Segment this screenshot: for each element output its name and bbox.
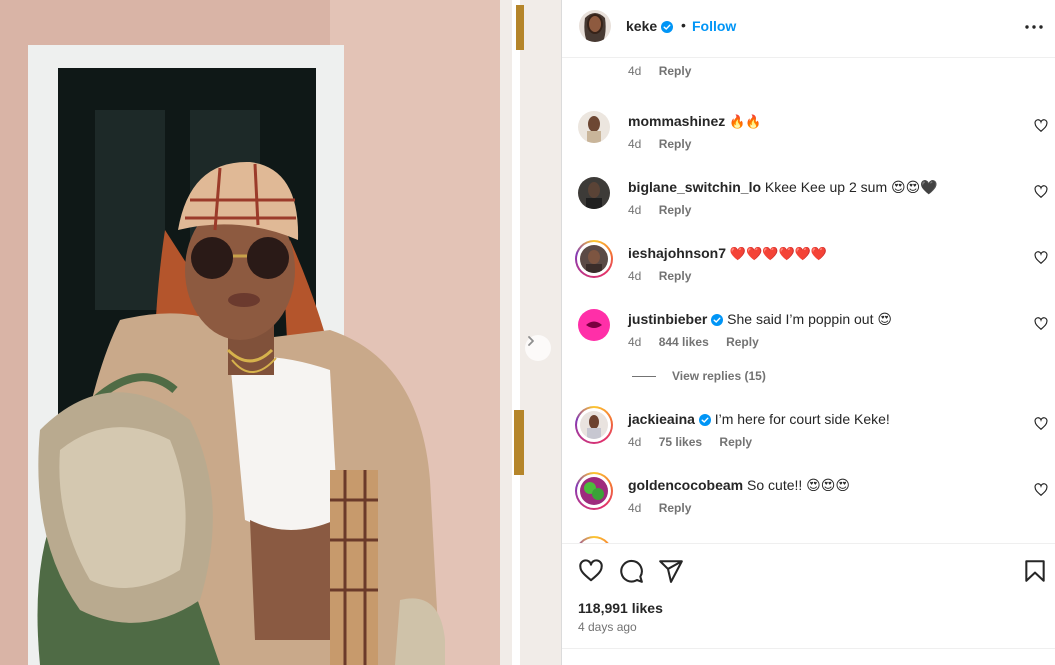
comment-meta: 4d Reply — [628, 203, 705, 217]
next-photo-button[interactable] — [525, 335, 551, 361]
verified-badge-icon — [698, 414, 711, 426]
reply-button[interactable]: Reply — [659, 137, 692, 151]
comment-age: 4d — [628, 269, 642, 283]
like-comment-heart-icon[interactable] — [1034, 317, 1048, 331]
view-replies-button[interactable]: View replies (15) — [632, 369, 766, 383]
comment-likes-count[interactable]: 75 likes — [659, 435, 702, 449]
follow-button[interactable]: Follow — [692, 18, 736, 34]
commenter-username[interactable]: goldencocobeam — [628, 477, 743, 493]
comment-age: 4d — [628, 501, 642, 515]
commenter-avatar[interactable] — [580, 245, 608, 273]
avatar-image — [578, 309, 610, 341]
verified-badge-icon — [711, 314, 724, 326]
comment-age: 4d — [628, 435, 642, 449]
comment-text: jackieaina I’m here for court side Keke! — [628, 411, 890, 427]
like-comment-heart-icon[interactable] — [1034, 251, 1048, 265]
like-comment-heart-icon[interactable] — [1034, 417, 1048, 431]
comment-meta: 4d Reply — [628, 269, 705, 283]
commenter-avatar[interactable] — [578, 111, 610, 143]
comment-text: goldencocobeam So cute!! 😍😍😍 — [628, 477, 850, 494]
avatar-image — [578, 111, 610, 143]
comment-age: 4d — [628, 137, 642, 151]
post-timestamp[interactable]: 4 days ago — [578, 620, 637, 634]
comments-list[interactable]: 😍😍 4d Reply mommashinez 🔥🔥 4d — [562, 58, 1055, 543]
comment-body: She said I’m poppin out 😍 — [727, 311, 892, 327]
commenter-avatar[interactable] — [578, 177, 610, 209]
like-comment-heart-icon[interactable] — [1034, 185, 1048, 199]
comment-body: Kkee Kee up 2 sum 😍😍🖤 — [764, 179, 938, 195]
more-options-icon — [1025, 25, 1043, 29]
commenter-avatar[interactable] — [580, 411, 608, 439]
avatar-image — [580, 411, 608, 439]
separator-dot: • — [681, 17, 686, 33]
avatar-image — [580, 245, 608, 273]
comment-meta: 4d Reply — [628, 137, 705, 151]
commenter-username[interactable]: justinbieber — [628, 311, 707, 327]
avatar-image — [580, 477, 608, 505]
post-photo[interactable] — [0, 0, 561, 665]
reply-button[interactable]: Reply — [659, 203, 692, 217]
comment-likes-count[interactable]: 844 likes — [659, 335, 709, 349]
add-comment-area[interactable] — [562, 648, 1055, 665]
story-ring — [575, 536, 613, 543]
more-options-button[interactable] — [1024, 19, 1044, 35]
comment-body: 🔥🔥 — [729, 115, 762, 130]
like-comment-heart-icon[interactable] — [1034, 483, 1048, 497]
commenter-avatar[interactable] — [578, 309, 610, 341]
bookmark-icon[interactable] — [1022, 558, 1048, 584]
comment-meta: 4d Reply — [628, 64, 705, 78]
comment-meta: 4d 844 likes Reply — [628, 335, 773, 349]
comment-body: ❤️❤️❤️❤️❤️❤️ — [729, 247, 828, 262]
comment-age: 4d — [628, 64, 642, 78]
replies-divider — [632, 376, 656, 378]
post-details-panel: keke • Follow 😍😍 4d Reply — [561, 0, 1055, 665]
chevron-right-icon — [528, 336, 534, 346]
author-username[interactable]: keke — [626, 18, 674, 34]
commenter-avatar[interactable] — [580, 477, 608, 505]
comment-age: 4d — [628, 203, 642, 217]
comment-meta: 4d 75 likes Reply — [628, 435, 766, 449]
share-icon[interactable] — [658, 558, 684, 584]
comment-text: ieshajohnson7 ❤️❤️❤️❤️❤️❤️ — [628, 245, 827, 262]
author-avatar[interactable] — [579, 10, 611, 42]
author-username-text: keke — [626, 18, 658, 34]
comment-age: 4d — [628, 335, 642, 349]
commenter-username[interactable]: biglane_switchin_lo — [628, 179, 761, 195]
like-comment-heart-icon[interactable] — [1034, 119, 1048, 133]
photo-illustration — [0, 0, 561, 665]
reply-button[interactable]: Reply — [659, 269, 692, 283]
reply-button[interactable]: Reply — [659, 501, 692, 515]
heart-icon[interactable] — [578, 558, 604, 584]
comment-body: So cute!! 😍😍😍 — [747, 477, 850, 493]
comment-text: mommashinez 🔥🔥 — [628, 113, 762, 130]
comment-icon[interactable] — [618, 558, 644, 584]
post-likes-count[interactable]: 118,991 likes — [578, 600, 663, 616]
reply-button[interactable]: Reply — [726, 335, 759, 349]
commenter-username[interactable]: mommashinez — [628, 113, 725, 129]
avatar-image — [578, 177, 610, 209]
avatar-image — [579, 10, 611, 42]
post-header: keke • Follow — [562, 0, 1055, 58]
comment-body: I’m here for court side Keke! — [714, 411, 890, 427]
comment-text: biglane_switchin_lo Kkee Kee up 2 sum 😍😍… — [628, 179, 938, 196]
reply-button[interactable]: Reply — [659, 64, 692, 78]
view-replies-label: View replies (15) — [672, 369, 766, 383]
commenter-username[interactable]: jackieaina — [628, 411, 695, 427]
post-actions: 118,991 likes 4 days ago — [562, 543, 1055, 665]
comment-text: justinbieber She said I’m poppin out 😍 — [628, 311, 892, 328]
comment-meta: 4d Reply — [628, 501, 705, 515]
verified-badge-icon — [661, 21, 674, 33]
commenter-username[interactable]: ieshajohnson7 — [628, 245, 726, 261]
reply-button[interactable]: Reply — [719, 435, 752, 449]
